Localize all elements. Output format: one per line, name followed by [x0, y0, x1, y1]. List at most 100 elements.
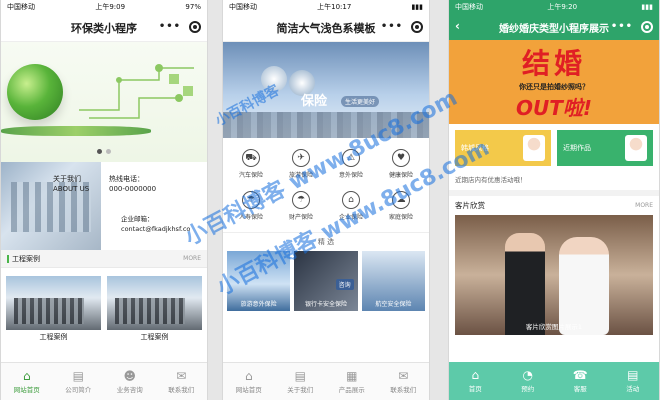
umbrella-icon: ☂: [242, 191, 260, 209]
clock-icon: ◔: [522, 368, 533, 382]
projects-section-header: 工程案例 MORE: [1, 250, 207, 268]
more-menu-icon[interactable]: •••: [381, 21, 403, 33]
project-case-card[interactable]: 工程案例: [107, 276, 202, 342]
close-capsule-icon[interactable]: [189, 21, 201, 33]
case-image: [107, 276, 202, 330]
about-us-link[interactable]: 关于我们 ABOUT US: [53, 174, 89, 194]
product-card-list: 旅游意外保险 咨询 银行卡安全保险 航空安全保险: [223, 251, 429, 311]
plane-icon: ✈: [292, 149, 310, 167]
tab-home[interactable]: ⌂ 网站首页: [1, 363, 53, 400]
hero-banner[interactable]: 结婚 你还只是拍婚纱照吗？ OUT啦!: [449, 40, 659, 124]
bottom-tab-bar: ⌂ 网站首页 ▤ 关于我们 ▦ 产品展示 ✉ 联系我们: [223, 362, 429, 400]
heart-icon: ♥: [392, 149, 410, 167]
hero-subtitle: 你还只是拍婚纱照吗？: [519, 83, 589, 91]
insurance-category-grid: ⛟ 汽车保险 ✈ 旅游保险 ⚠ 意外保险 ♥ 健康保险 ☂ 人寿保险 ☂ 财产保险 ⌂ 企业保…: [223, 138, 429, 232]
city-skyline-image: [223, 112, 429, 138]
nav-bar: ‹ 婚纱婚庆类型小程序展示 •••: [449, 14, 659, 40]
category-car-insurance[interactable]: ⛟ 汽车保险: [227, 144, 275, 184]
category-family-insurance[interactable]: ☁ 家庭保险: [377, 186, 425, 226]
more-menu-icon[interactable]: •••: [611, 21, 633, 33]
banner-slogan: 保险: [301, 94, 328, 109]
more-menu-icon[interactable]: •••: [159, 21, 181, 33]
chat-icon: ✉: [176, 368, 187, 383]
building-icon: ⌂: [342, 191, 360, 209]
project-case-list: 工程案例 工程案例: [1, 268, 207, 346]
product-card[interactable]: 航空安全保险: [361, 251, 425, 311]
more-link[interactable]: MORE: [635, 202, 653, 209]
tab-home[interactable]: ⌂ 网站首页: [223, 363, 275, 400]
home-icon: ⌂: [22, 368, 31, 383]
page-title: 婚纱婚庆类型小程序展示: [499, 23, 609, 35]
user-icon: ☻: [123, 368, 136, 383]
mail-icon: ✉: [398, 368, 409, 383]
tab-contact[interactable]: ✉ 联系我们: [156, 363, 208, 400]
carrier-text: 中国移动: [7, 3, 35, 11]
tab-home[interactable]: ⌂ 首页: [449, 362, 502, 400]
email-info[interactable]: 企业邮箱： contact@fkadjkhsf.co: [121, 214, 190, 234]
home-icon: ⌂: [244, 368, 253, 383]
page-title: 简洁大气浅色系模板: [276, 21, 376, 35]
document-icon: ▤: [294, 368, 306, 383]
status-bar: 中国移动 上午9:20 ▮▮▮: [449, 0, 659, 14]
close-capsule-icon[interactable]: [411, 21, 423, 33]
category-korean-style[interactable]: 韩城风格: [455, 130, 551, 166]
carousel-indicator[interactable]: [97, 149, 111, 154]
warning-icon: ⚠: [342, 149, 360, 167]
hero-banner[interactable]: [1, 42, 207, 162]
section-title: 工程案例: [12, 254, 40, 263]
calendar-icon: ▤: [627, 368, 639, 382]
tab-about[interactable]: ▤ 关于我们: [275, 363, 327, 400]
tab-service[interactable]: ☎ 客服: [554, 362, 607, 400]
hotline-info[interactable]: 热线电话： 000-0000000: [109, 174, 156, 194]
category-accident-insurance[interactable]: ⚠ 意外保险: [327, 144, 375, 184]
wedding-photo[interactable]: 客片欣赏图片展示1: [455, 215, 653, 335]
category-travel-insurance[interactable]: ✈ 旅游保险: [277, 144, 325, 184]
nav-bar: 简洁大气浅色系模板 •••: [223, 14, 429, 42]
back-arrow-icon[interactable]: ‹: [455, 19, 460, 33]
banner-subslogan: 生活更美好: [341, 96, 380, 107]
time-text: 上午9:09: [95, 3, 126, 11]
promo-notice[interactable]: 近期店内有优惠活动哦！: [449, 172, 659, 196]
company-info-block: 关于我们 ABOUT US 热线电话： 000-0000000 企业邮箱： co…: [1, 162, 207, 250]
nav-bar: 环保类小程序 •••: [1, 14, 207, 42]
document-icon: ▤: [72, 368, 84, 383]
tab-products[interactable]: ▦ 产品展示: [326, 363, 378, 400]
category-enterprise-insurance[interactable]: ⌂ 企业保险: [327, 186, 375, 226]
featured-section-tag: 精 选: [223, 232, 429, 251]
project-case-card[interactable]: 工程案例: [6, 276, 101, 342]
eco-circuit-graphic: [79, 64, 194, 119]
phone-icon: ☎: [572, 368, 588, 382]
phone-screen-wedding: 中国移动 上午9:20 ▮▮▮ ‹ 婚纱婚庆类型小程序展示 ••• 结婚 你还只…: [448, 0, 660, 400]
battery-text: 97%: [185, 3, 201, 11]
grid-icon: ▦: [346, 368, 358, 383]
close-capsule-icon[interactable]: [641, 21, 653, 33]
groom-figure: [505, 233, 545, 335]
consult-chip[interactable]: 咨询: [335, 279, 354, 290]
cloud-icon: ☁: [392, 191, 410, 209]
product-card[interactable]: 咨询 银行卡安全保险: [294, 251, 358, 311]
bottom-tab-bar: ⌂ 网站首页 ▤ 公司简介 ☻ 业务咨询 ✉ 联系我们: [1, 362, 207, 400]
status-bar: 中国移动 上午10:17 ▮▮▮: [229, 3, 423, 11]
tab-booking[interactable]: ◔ 预约: [502, 362, 555, 400]
hero-out-text: OUT啦!: [515, 96, 592, 120]
model-thumbnail: [523, 135, 545, 161]
product-card[interactable]: 旅游意外保险: [227, 251, 291, 311]
phone-screen-environmental: 中国移动 上午9:09 97% 环保类小程序 ••• 关于我们 ABOUT US…: [0, 0, 208, 400]
client-photos-header: 客片欣赏 MORE: [449, 196, 659, 215]
category-recent-works[interactable]: 近期作品: [557, 130, 653, 166]
tab-contact[interactable]: ✉ 联系我们: [378, 363, 430, 400]
tab-company-profile[interactable]: ▤ 公司简介: [53, 363, 105, 400]
tab-business-consult[interactable]: ☻ 业务咨询: [104, 363, 156, 400]
category-health-insurance[interactable]: ♥ 健康保险: [377, 144, 425, 184]
family-photo-badge: [261, 66, 287, 92]
page-title: 环保类小程序: [71, 21, 137, 35]
section-title: 客片欣赏: [455, 201, 485, 210]
category-property-insurance[interactable]: ☂ 财产保险: [277, 186, 325, 226]
car-icon: ⛟: [242, 149, 260, 167]
case-image: [6, 276, 101, 330]
hero-banner[interactable]: 保险 生活更美好: [223, 42, 429, 138]
more-link[interactable]: MORE: [183, 255, 201, 262]
category-life-insurance[interactable]: ☂ 人寿保险: [227, 186, 275, 226]
tab-events[interactable]: ▤ 活动: [607, 362, 660, 400]
model-thumbnail: [625, 135, 647, 161]
